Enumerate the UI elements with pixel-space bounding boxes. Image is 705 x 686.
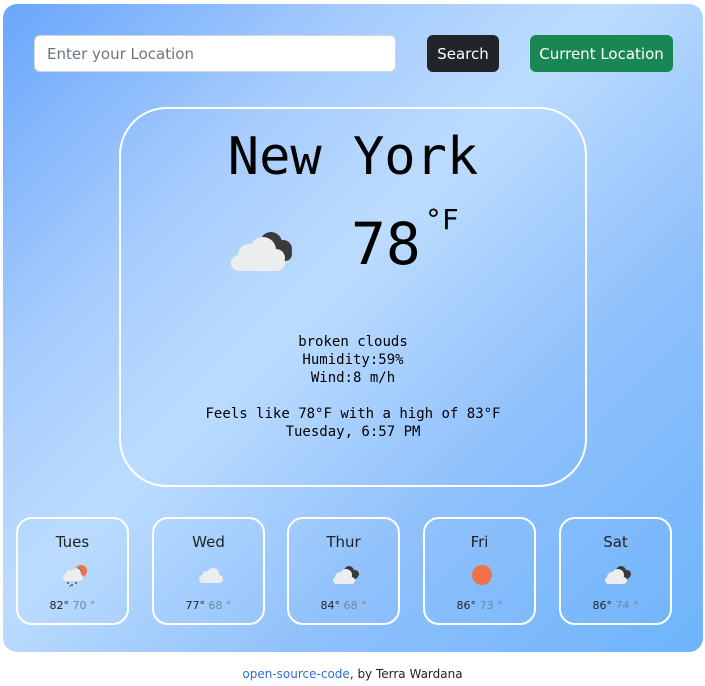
feels-like-text: Feels like 78°F with a high of 83°F [205, 406, 501, 422]
broken-clouds-icon [605, 566, 631, 584]
weather-description: broken clouds [298, 334, 408, 350]
footer-credit: , by Terra Wardana [349, 667, 463, 681]
forecast-day: Wed [192, 533, 225, 551]
forecast-temps: 86° 74 ° [561, 599, 670, 612]
forecast-high: 86° [592, 599, 613, 612]
forecast-card-tues: Tues 82° 70 ° [16, 517, 129, 625]
wind-text: Wind:8 m/h [310, 370, 396, 386]
cloud-icon [199, 568, 223, 583]
forecast-card-fri: Fri 86° 73 ° [423, 517, 536, 625]
forecast-card-sat: Sat 86° 74 ° [559, 517, 672, 625]
forecast-low: 68 ° [208, 599, 232, 612]
temperature-unit: °F [425, 203, 459, 236]
location-search-input[interactable] [34, 35, 396, 72]
forecast-day: Sat [603, 533, 628, 551]
forecast-low: 74 ° [615, 599, 639, 612]
forecast-temps: 77° 68 ° [154, 599, 263, 612]
current-location-button[interactable]: Current Location [530, 35, 673, 72]
forecast-temps: 82° 70 ° [18, 599, 127, 612]
current-weather-card: New York 78 °F broken clouds Humidity:59… [119, 107, 587, 487]
forecast-high: 82° [49, 599, 70, 612]
date-time-text: Tuesday, 6:57 PM [285, 424, 421, 440]
forecast-temps: 86° 73 ° [425, 599, 534, 612]
forecast-card-thur: Thur 84° 68 ° [287, 517, 400, 625]
forecast-card-wed: Wed 77° 68 ° [152, 517, 265, 625]
search-button[interactable]: Search [427, 35, 499, 72]
source-code-link[interactable]: open-source-code [242, 667, 349, 681]
forecast-high: 84° [320, 599, 341, 612]
footer: open-source-code, by Terra Wardana [0, 667, 705, 681]
weather-app: Search Current Location New York 78 °F b… [3, 4, 703, 652]
forecast-high: 77° [185, 599, 206, 612]
forecast-low: 73 ° [479, 599, 503, 612]
forecast-temps: 84° 68 ° [289, 599, 398, 612]
forecast-low: 68 ° [343, 599, 367, 612]
humidity-text: Humidity:59% [302, 352, 404, 368]
broken-clouds-icon [333, 566, 359, 584]
forecast-day: Fri [470, 533, 489, 551]
city-name: New York [227, 127, 479, 187]
forecast-day: Thur [326, 533, 361, 551]
forecast-low: 70 ° [72, 599, 96, 612]
forecast-day: Tues [55, 533, 90, 551]
forecast-high: 86° [456, 599, 477, 612]
current-temperature: 78 [351, 210, 421, 278]
broken-clouds-icon [231, 232, 292, 271]
rain-cloud-icon [63, 565, 87, 587]
sun-icon [472, 565, 492, 585]
